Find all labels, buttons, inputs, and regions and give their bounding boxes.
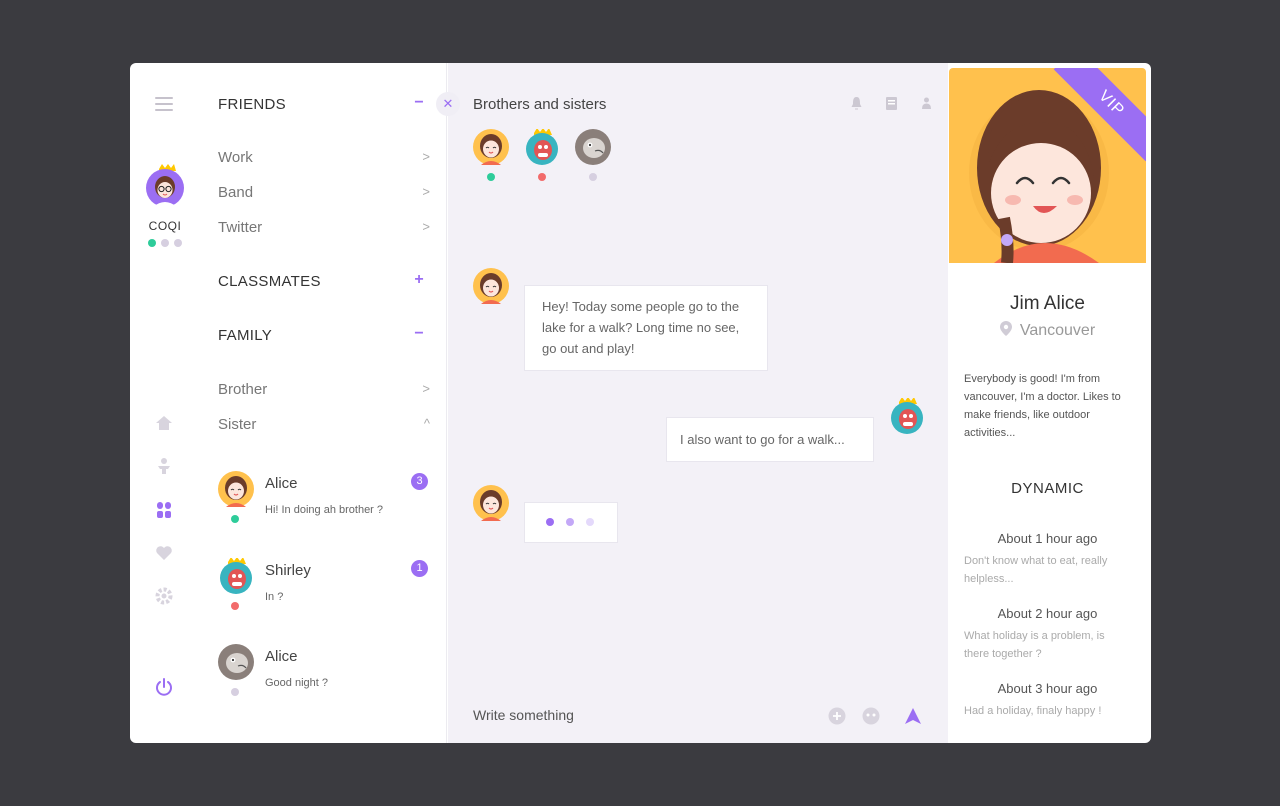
unread-badge: 3 xyxy=(411,473,428,490)
profile-bio: Everybody is good! I'm from vancouver, I… xyxy=(964,373,1121,439)
bell-icon[interactable] xyxy=(849,96,864,111)
chat-app-window: COQI FRIENDS − Work > Band > Twitter > CLAS… xyxy=(130,63,1151,743)
contact-item[interactable]: Alice Hi! In doing ah brother ? 3 xyxy=(218,471,430,541)
avatar xyxy=(220,558,252,594)
add-icon[interactable] xyxy=(828,707,846,725)
left-rail: COQI xyxy=(130,63,200,743)
message-bubble: Hey! Today some people go to the lake fo… xyxy=(524,285,768,371)
dynamic-section-title: DYNAMIC xyxy=(1011,480,1084,497)
status-dot xyxy=(538,173,546,181)
status-dot xyxy=(487,173,495,181)
dynamic-time: About 2 hour ago xyxy=(997,606,1098,621)
group-label: Sister xyxy=(218,416,257,433)
typing-indicator xyxy=(524,502,618,543)
message-bubble-self: I also want to go for a walk... xyxy=(666,417,874,462)
status-dot xyxy=(589,173,597,181)
family-section-title[interactable]: FAMILY xyxy=(218,327,272,344)
status-offline-dot[interactable] xyxy=(174,239,182,247)
close-icon[interactable]: ✕ xyxy=(436,92,460,116)
profile-location: Vancouver xyxy=(949,321,1146,340)
friends-panel: FRIENDS − Work > Band > Twitter > CLASSMATE… xyxy=(200,63,447,743)
chevron-up-icon: ^ xyxy=(423,416,430,431)
current-user[interactable]: COQI xyxy=(130,164,200,247)
group-sister[interactable]: Sister ^ xyxy=(218,416,430,433)
group-label: Brother xyxy=(218,381,268,398)
chevron-right-icon: > xyxy=(422,149,430,164)
chat-title: Brothers and sisters xyxy=(473,96,607,113)
friends-section-title[interactable]: FRIENDS xyxy=(218,96,286,113)
contact-last-message: Hi! In doing ah brother ? xyxy=(265,504,384,516)
group-label: Twitter xyxy=(218,219,263,236)
classmates-expand-button[interactable]: + xyxy=(412,271,426,289)
emoji-icon[interactable] xyxy=(862,707,880,725)
group-label: Work xyxy=(218,149,253,166)
friends-collapse-button[interactable]: − xyxy=(412,94,426,112)
status-dot xyxy=(231,515,239,523)
heart-icon[interactable] xyxy=(154,543,174,563)
contact-item[interactable]: Alice Good night ? xyxy=(218,644,430,714)
member-avatar[interactable] xyxy=(524,129,560,165)
chevron-right-icon: > xyxy=(422,184,430,199)
status-online-dot[interactable] xyxy=(148,239,156,247)
sender-avatar[interactable] xyxy=(473,485,509,521)
dynamic-text: Don't know what to eat, really helpless.… xyxy=(964,555,1108,585)
contact-name: Shirley xyxy=(265,562,311,579)
avatar xyxy=(218,471,254,507)
profile-name: Jim Alice xyxy=(1010,293,1085,314)
unread-badge: 1 xyxy=(411,560,428,577)
location-pin-icon xyxy=(999,321,1012,336)
profile-portrait: VIP xyxy=(949,68,1146,263)
avatar xyxy=(218,644,254,680)
dynamic-text: Had a holiday, finaly happy ! xyxy=(964,705,1102,717)
member-avatar[interactable] xyxy=(575,129,611,165)
document-icon[interactable] xyxy=(884,96,899,111)
dynamic-item[interactable]: About 2 hour ago What holiday is a probl… xyxy=(964,606,1131,663)
chat-toolbar xyxy=(849,96,934,111)
gear-icon[interactable] xyxy=(154,586,174,606)
sender-avatar[interactable] xyxy=(473,268,509,304)
group-band[interactable]: Band > xyxy=(218,184,430,201)
classmates-section-title[interactable]: CLASSMATES xyxy=(218,273,321,290)
group-label: Band xyxy=(218,184,254,201)
contact-item[interactable]: Shirley In ? 1 xyxy=(218,558,430,628)
status-dot xyxy=(231,688,239,696)
contact-name: Alice xyxy=(265,475,298,492)
dynamic-item[interactable]: About 1 hour ago Don't know what to eat,… xyxy=(964,531,1131,588)
dynamic-text: What holiday is a problem, is there toge… xyxy=(964,630,1105,660)
person-icon[interactable] xyxy=(919,96,934,111)
status-dots xyxy=(130,239,200,247)
group-twitter[interactable]: Twitter > xyxy=(218,219,430,236)
contact-last-message: Good night ? xyxy=(265,677,328,689)
profile-card: VIP Jim Alice Vancouver Everybody is goo… xyxy=(949,68,1146,738)
chevron-right-icon: > xyxy=(422,381,430,396)
location-text: Vancouver xyxy=(1019,322,1096,339)
contact-name: Alice xyxy=(265,648,298,665)
user-name: COQI xyxy=(148,219,182,233)
user-avatar[interactable] xyxy=(145,164,185,211)
person-icon[interactable] xyxy=(154,456,174,476)
message-input[interactable] xyxy=(473,707,803,723)
group-work[interactable]: Work > xyxy=(218,149,430,166)
group-brother[interactable]: Brother > xyxy=(218,381,430,398)
member-avatar[interactable] xyxy=(473,129,509,165)
home-icon[interactable] xyxy=(154,413,174,433)
status-dot xyxy=(231,602,239,610)
status-away-dot[interactable] xyxy=(161,239,169,247)
chevron-right-icon: > xyxy=(422,219,430,234)
send-icon[interactable] xyxy=(904,707,922,725)
apps-icon[interactable] xyxy=(154,500,174,520)
menu-icon[interactable] xyxy=(155,97,173,111)
sender-avatar[interactable] xyxy=(889,398,925,434)
power-icon[interactable] xyxy=(154,677,174,697)
dynamic-time: About 3 hour ago xyxy=(997,681,1098,696)
dynamic-item[interactable]: About 3 hour ago Had a holiday, finaly h… xyxy=(964,681,1131,720)
dynamic-time: About 1 hour ago xyxy=(997,531,1098,546)
family-collapse-button[interactable]: − xyxy=(412,325,426,343)
contact-last-message: In ? xyxy=(265,591,284,603)
chat-panel: Brothers and sisters Hey! Today some peo… xyxy=(448,63,948,743)
